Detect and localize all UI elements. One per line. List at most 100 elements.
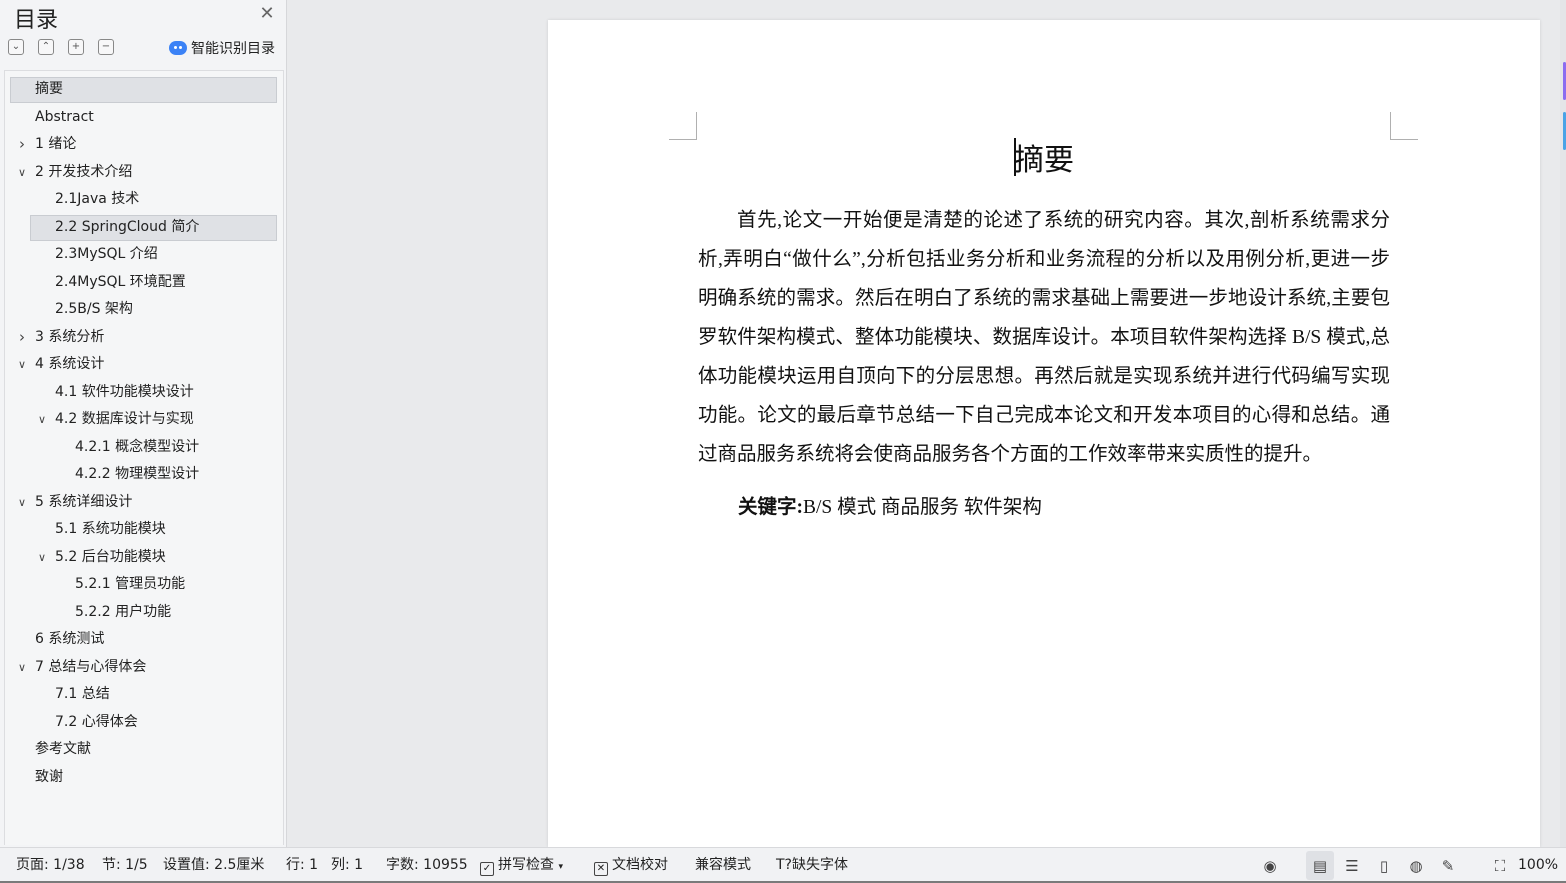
toc-item-label: 2.1Java 技术 (55, 191, 140, 207)
chevron-down-icon[interactable]: ∨ (36, 544, 48, 572)
remove-level-icon[interactable]: − (98, 39, 114, 55)
toc-item[interactable]: › 3 系统分析 (5, 324, 283, 352)
chevron-down-icon[interactable]: ∨ (36, 406, 48, 434)
chevron-down-icon[interactable]: ∨ (16, 654, 28, 682)
toc-item-label: 4.2 数据库设计与实现 (55, 411, 194, 427)
toc-item-label: 2.2 SpringCloud 简介 (55, 218, 200, 235)
add-level-icon[interactable]: + (68, 39, 84, 55)
collapse-all-icon[interactable]: ⌄ (8, 39, 24, 55)
chevron-down-icon[interactable]: ∨ (16, 489, 28, 517)
toc-item-label: 4.2.2 物理模型设计 (75, 466, 200, 482)
toc-item[interactable]: 2.4MySQL 环境配置 (5, 269, 283, 297)
status-setting[interactable]: 设置值: 2.5厘米 (163, 848, 264, 882)
compat-mode-label[interactable]: 兼容模式 (695, 848, 751, 882)
toc-item-label: Abstract (35, 108, 94, 125)
document-body[interactable]: 首先,论文一开始便是清楚的论述了系统的研究内容。其次,剖析系统需求分析,弄明白“… (698, 201, 1390, 474)
status-row[interactable]: 行: 1 (286, 848, 318, 882)
toc-item-label: 4.1 软件功能模块设计 (55, 383, 194, 400)
toc-item-label: 参考文献 (35, 741, 91, 757)
doc-proof-button[interactable]: ✕ 文档校对 (594, 848, 668, 882)
document-keywords[interactable]: 关键字:B/S 模式 商品服务 软件架构 (738, 490, 1042, 519)
toc-item-label: 摘要 (35, 81, 63, 97)
keywords-value: B/S 模式 商品服务 软件架构 (803, 497, 1042, 518)
toc-item-label: 7.2 心得体会 (55, 713, 138, 730)
toc-item[interactable]: 摘要 (5, 76, 283, 104)
toc-item[interactable]: 5.2.2 用户功能 (5, 599, 283, 627)
status-bar: 页面: 1/38 节: 1/5 设置值: 2.5厘米 行: 1 列: 1 字数:… (0, 847, 1566, 883)
close-icon[interactable]: ✕ (258, 5, 276, 23)
toc-sidebar: 目录 ✕ ⌄ ⌃ + − 智能识别目录 摘要 Abstract › 1 绪论 ∨ 2 开发… (0, 0, 287, 847)
toc-title: 目录 (14, 8, 59, 33)
toc-item-label: 5.2 后台功能模块 (55, 548, 166, 565)
toc-item-label: 2 开发技术介绍 (35, 163, 133, 180)
toc-item-label: 致谢 (35, 768, 63, 785)
fit-page-icon[interactable]: ⛶ (1491, 857, 1509, 875)
toc-item[interactable]: 致谢 (5, 764, 283, 792)
toc-item[interactable]: 5.2.1 管理员功能 (5, 571, 283, 599)
toc-item[interactable]: Abstract (5, 104, 283, 132)
eye-protection-icon[interactable]: ◉ (1261, 857, 1279, 875)
document-area[interactable]: 摘要 首先,论文一开始便是清楚的论述了系统的研究内容。其次,剖析系统需求分析,弄… (288, 0, 1566, 847)
smart-toc-button[interactable]: 智能识别目录 (169, 38, 275, 58)
doc-proof-label: 文档校对 (612, 857, 668, 873)
toc-item-label: 2.3MySQL 介绍 (55, 246, 158, 262)
toc-item[interactable]: ∨ 4.2 数据库设计与实现 (5, 406, 283, 434)
toc-item[interactable]: 2.2 SpringCloud 简介 (5, 214, 283, 242)
toc-item-label: 3 系统分析 (35, 328, 105, 345)
page-view-icon[interactable]: ▤ (1311, 857, 1329, 875)
toc-item-label: 4.2.1 概念模型设计 (75, 438, 200, 455)
reading-view-icon[interactable]: ▯ (1375, 857, 1393, 875)
web-view-icon[interactable]: ◍ (1407, 857, 1425, 875)
toc-item-label: 6 系统测试 (35, 631, 105, 647)
toc-item-label: 5.2.2 用户功能 (75, 603, 172, 620)
toc-item[interactable]: 参考文献 (5, 736, 283, 764)
status-col[interactable]: 列: 1 (331, 848, 363, 882)
toc-item[interactable]: 5.1 系统功能模块 (5, 516, 283, 544)
toc-item[interactable]: › 1 绪论 (5, 131, 283, 159)
toc-item[interactable]: ∨ 5.2 后台功能模块 (5, 544, 283, 572)
toc-item[interactable]: 4.2.2 物理模型设计 (5, 461, 283, 489)
document-page[interactable]: 摘要 首先,论文一开始便是清楚的论述了系统的研究内容。其次,剖析系统需求分析,弄… (548, 20, 1540, 847)
toc-item-label: 5.2.1 管理员功能 (75, 576, 186, 592)
toc-item[interactable]: ∨ 2 开发技术介绍 (5, 159, 283, 187)
chevron-right-icon[interactable]: › (16, 324, 28, 352)
checkbox-icon: ✓ (480, 862, 494, 876)
toc-item[interactable]: 7.1 总结 (5, 681, 283, 709)
pen-icon[interactable]: ✎ (1439, 857, 1457, 875)
spell-check-button[interactable]: ✓ 拼写检查 ▾ (480, 848, 563, 882)
toc-item[interactable]: ∨ 4 系统设计 (5, 351, 283, 379)
toc-item-label: 5.1 系统功能模块 (55, 521, 166, 537)
font-question-icon: T? (776, 857, 792, 873)
expand-all-icon[interactable]: ⌃ (38, 39, 54, 55)
chevron-right-icon[interactable]: › (16, 131, 28, 159)
toc-item[interactable]: 7.2 心得体会 (5, 709, 283, 737)
toc-list: 摘要 Abstract › 1 绪论 ∨ 2 开发技术介绍 2.1Java 技术 2.2 Sp… (5, 76, 283, 791)
zoom-level[interactable]: 100% (1518, 848, 1558, 882)
toc-item-label: 7.1 总结 (55, 686, 110, 702)
toc-item[interactable]: 2.1Java 技术 (5, 186, 283, 214)
proof-icon: ✕ (594, 862, 608, 876)
text-caret (1014, 138, 1016, 176)
toc-item[interactable]: 2.5B/S 架构 (5, 296, 283, 324)
toc-item[interactable]: 6 系统测试 (5, 626, 283, 654)
smart-toc-label: 智能识别目录 (191, 41, 275, 57)
toc-item[interactable]: 4.1 软件功能模块设计 (5, 379, 283, 407)
missing-fonts-button[interactable]: T?缺失字体 (776, 848, 848, 882)
document-title[interactable]: 摘要 (548, 135, 1540, 179)
status-section[interactable]: 节: 1/5 (102, 848, 148, 882)
keywords-label: 关键字: (738, 497, 803, 518)
chevron-down-icon[interactable]: ∨ (16, 159, 28, 187)
toc-item[interactable]: 2.3MySQL 介绍 (5, 241, 283, 269)
toc-item-label: 7 总结与心得体会 (35, 658, 147, 675)
toc-toolbar: ⌄ ⌃ + − (8, 39, 128, 57)
toc-item[interactable]: ∨ 5 系统详细设计 (5, 489, 283, 517)
chevron-down-icon[interactable]: ∨ (16, 351, 28, 379)
status-word-count[interactable]: 字数: 10955 (386, 848, 468, 882)
spell-check-label: 拼写检查 (498, 857, 554, 873)
status-page[interactable]: 页面: 1/38 (16, 848, 85, 882)
toc-item-label: 1 绪论 (35, 136, 77, 152)
outline-view-icon[interactable]: ☰ (1343, 857, 1361, 875)
toc-item-label: 2.5B/S 架构 (55, 301, 133, 317)
toc-item[interactable]: 4.2.1 概念模型设计 (5, 434, 283, 462)
toc-item[interactable]: ∨ 7 总结与心得体会 (5, 654, 283, 682)
